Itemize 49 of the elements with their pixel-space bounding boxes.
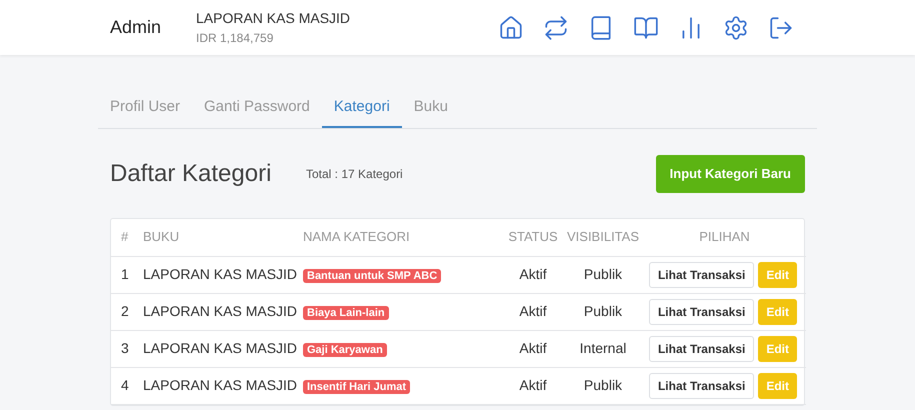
page-title: Daftar Kategori	[110, 158, 272, 188]
book-cell: LAPORAN KAS MASJID	[143, 266, 298, 282]
tab[interactable]: Profil User	[98, 89, 192, 128]
book-title: LAPORAN KAS MASJID	[196, 9, 352, 28]
tab[interactable]: Buku	[402, 89, 460, 128]
view-transactions-button[interactable]: Lihat Transaksi	[648, 336, 754, 362]
status-text: Aktif	[519, 303, 547, 319]
status-text: Aktif	[519, 340, 547, 356]
view-transactions-button[interactable]: Lihat Transaksi	[648, 299, 754, 325]
edit-button[interactable]: Edit	[758, 336, 797, 362]
home-icon[interactable]	[498, 14, 524, 40]
repeat-icon[interactable]	[543, 14, 569, 40]
tab[interactable]: Ganti Password	[192, 89, 322, 128]
tab[interactable]: Kategori	[322, 89, 402, 128]
column-header: #	[121, 229, 128, 244]
view-transactions-button[interactable]: Lihat Transaksi	[648, 373, 754, 399]
row-number: 1	[121, 266, 129, 282]
status-text: Aktif	[519, 266, 547, 282]
category-tag: Biaya Lain-lain	[303, 306, 389, 320]
brand-name[interactable]: Admin	[110, 14, 196, 41]
logout-icon[interactable]	[768, 14, 794, 40]
book-cell: LAPORAN KAS MASJID	[143, 377, 298, 393]
view-transactions-button[interactable]: Lihat Transaksi	[648, 262, 754, 288]
new-category-button[interactable]: Input Kategori Baru	[656, 154, 805, 192]
column-header: VISIBILITAS	[566, 229, 639, 244]
visibility-text: Publik	[584, 377, 622, 393]
category-tag: Insentif Hari Jumat	[303, 380, 410, 394]
visibility-text: Internal	[580, 340, 626, 356]
column-header: PILIHAN	[699, 229, 750, 244]
column-header: STATUS	[508, 229, 558, 244]
column-header: BUKU	[143, 229, 180, 244]
visibility-text: Publik	[584, 266, 622, 282]
edit-button[interactable]: Edit	[758, 262, 797, 288]
column-header: NAMA KATEGORI	[303, 229, 410, 244]
row-number: 4	[121, 377, 129, 393]
edit-button[interactable]: Edit	[758, 373, 797, 399]
settings-icon[interactable]	[723, 14, 749, 40]
book-cell: LAPORAN KAS MASJID	[143, 303, 298, 319]
category-tag: Gaji Karyawan	[303, 343, 387, 357]
row-number: 2	[121, 303, 129, 319]
edit-button[interactable]: Edit	[758, 299, 797, 325]
open-book-icon[interactable]	[633, 14, 659, 40]
visibility-text: Publik	[584, 303, 622, 319]
status-text: Aktif	[519, 377, 547, 393]
category-tag: Bantuan untuk SMP ABC	[303, 269, 442, 283]
book-cell: LAPORAN KAS MASJID	[143, 340, 298, 356]
balance-text: IDR 1,184,759	[196, 30, 274, 47]
row-number: 3	[121, 340, 129, 356]
total-count: Total : 17 Kategori	[306, 166, 404, 182]
